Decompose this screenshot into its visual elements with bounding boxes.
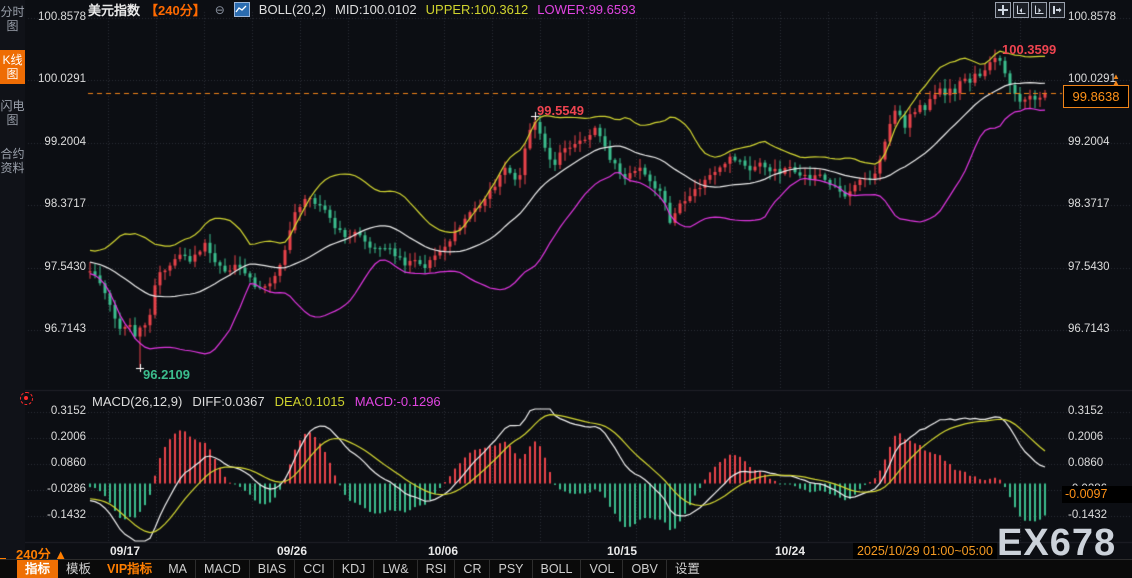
chart-toolbar (995, 2, 1065, 18)
last-bar-datetime: 2025/10/29 01:00~05:00 (853, 543, 997, 560)
tab-cci[interactable]: CCI (295, 560, 334, 578)
price-axis-label: 99.2004 (44, 136, 86, 148)
symbol-name: 美元指数 (88, 3, 141, 18)
macd-axis-label-right: 0.3152 (1068, 405, 1104, 417)
tab-vip-indicators[interactable]: VIP指标 (99, 560, 160, 578)
tab-kdj[interactable]: KDJ (334, 560, 375, 578)
alert-pulse-icon[interactable] (20, 392, 33, 405)
price-axis-label-right: 99.2004 (1068, 136, 1110, 148)
boll-lower-value: LOWER:99.6593 (537, 2, 636, 17)
chart-title-bar: 美元指数 【240分】 ⊖ BOLL(20,2) MID:100.0102 UP… (88, 0, 636, 19)
boll-upper-value: UPPER:100.3612 (425, 2, 529, 17)
macd-params-label: MACD(26,12,9) (92, 394, 183, 409)
price-axis-label-right: 97.5430 (1068, 261, 1110, 273)
scale-axis-right-icon[interactable] (1031, 2, 1047, 18)
scale-axis-left-icon[interactable] (1013, 2, 1029, 18)
price-axis-label-right: 100.8578 (1068, 11, 1116, 23)
tab-lw[interactable]: LW& (374, 560, 418, 578)
indicator-tab-bar: 指标 模板 VIP指标 MA MACD BIAS CCI KDJ LW& RSI… (0, 559, 1132, 578)
tab-macd[interactable]: MACD (196, 560, 250, 578)
price-axis-label: 98.3717 (44, 198, 86, 210)
price-axis-label: 100.8578 (38, 11, 86, 23)
date-axis-label: 10/24 (774, 544, 806, 558)
trading-app-window: 分时图 K线图 闪电图 合约资料 美元指数 【240分】 ⊖ BOLL(20,2… (0, 0, 1132, 578)
tab-settings[interactable]: 设置 (667, 560, 708, 578)
tab-indicators[interactable]: 指标 (17, 560, 59, 578)
boll-params-label: BOLL(20,2) (258, 2, 326, 17)
macd-axis-label: -0.0286 (46, 483, 86, 495)
pan-right-icon[interactable] (1049, 2, 1065, 18)
kline-chart-canvas[interactable] (0, 0, 1132, 578)
date-axis-label: 10/06 (427, 544, 459, 558)
tab-rsi[interactable]: RSI (418, 560, 456, 578)
current-price-badge: 99.8638 (1063, 85, 1129, 108)
macd-axis-label-right: 0.2006 (1068, 431, 1104, 443)
tabbar-spacer (0, 560, 17, 578)
price-up-arrows-icon: ▲ ▲ (1112, 72, 1120, 87)
macd-axis-label: 0.2006 (50, 431, 86, 443)
date-axis-label: 10/15 (606, 544, 638, 558)
indicator-chart-icon[interactable] (233, 2, 250, 17)
circle-minus-icon[interactable]: ⊖ (215, 3, 225, 17)
macd-axis-label: 0.3152 (50, 405, 86, 417)
annotation-swing-high-price: 99.5549 (537, 103, 584, 118)
period-label[interactable]: 【240分】 (145, 0, 206, 19)
boll-mid-value: MID:100.0102 (334, 2, 417, 17)
price-axis-label-right: 96.7143 (1068, 323, 1110, 335)
price-axis-label: 96.7143 (44, 323, 86, 335)
sidebar-tab-flash-chart[interactable]: 闪电图 (0, 96, 25, 130)
sidebar-tab-contract-info[interactable]: 合约资料 (0, 144, 25, 178)
annotation-high-price: 100.3599 (1002, 42, 1057, 57)
annotation-low-price: 96.2109 (143, 367, 190, 382)
macd-axis-label: 0.0860 (50, 457, 86, 469)
tab-bias[interactable]: BIAS (250, 560, 296, 578)
date-axis-label: 09/26 (276, 544, 308, 558)
chart-type-sidebar: 分时图 K线图 闪电图 合约资料 (0, 0, 25, 578)
sidebar-tab-timeline-chart[interactable]: 分时图 (0, 2, 25, 36)
macd-axis-label-right: -0.1432 (1068, 509, 1108, 521)
tab-boll[interactable]: BOLL (533, 560, 582, 578)
tab-cr[interactable]: CR (455, 560, 491, 578)
macd-header: MACD(26,12,9) DIFF:0.0367 DEA:0.1015 MAC… (92, 394, 441, 409)
macd-axis-label: -0.1432 (46, 509, 86, 521)
tab-obv[interactable]: OBV (623, 560, 667, 578)
tab-ma[interactable]: MA (160, 560, 196, 578)
date-axis-label: 09/17 (109, 544, 141, 558)
tab-vol[interactable]: VOL (581, 560, 624, 578)
macd-value: MACD:-0.1296 (354, 394, 441, 409)
macd-crosshair-badge: -0.0097 (1062, 486, 1132, 503)
tab-psy[interactable]: PSY (490, 560, 533, 578)
tab-template[interactable]: 模板 (58, 560, 99, 578)
macd-axis-label-right: 0.0860 (1068, 457, 1104, 469)
price-axis-label: 97.5430 (44, 261, 86, 273)
crosshair-move-icon[interactable] (995, 2, 1011, 18)
macd-diff-value: DIFF:0.0367 (192, 394, 265, 409)
sidebar-tab-kline-chart[interactable]: K线图 (0, 50, 25, 84)
macd-dea-value: DEA:0.1015 (274, 394, 345, 409)
price-axis-label-right: 98.3717 (1068, 198, 1110, 210)
price-axis-label: 100.0291 (38, 73, 86, 85)
